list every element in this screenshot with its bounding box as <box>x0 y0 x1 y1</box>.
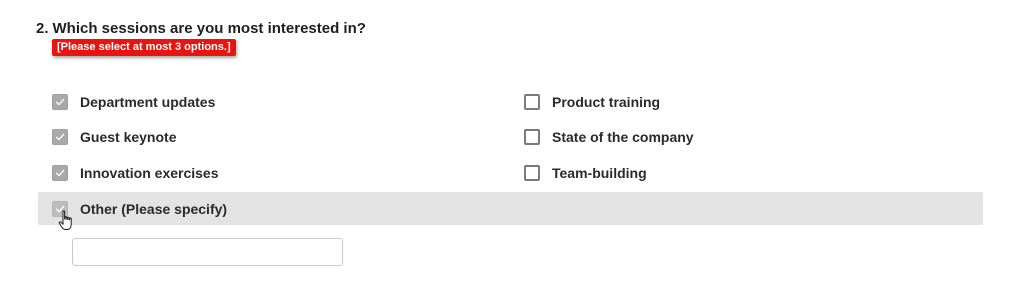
option-state-of-the-company[interactable]: State of the company <box>524 120 694 154</box>
option-label: Guest keynote <box>80 129 177 145</box>
checkmark-icon <box>55 133 65 141</box>
checkmark-icon <box>55 98 65 106</box>
option-label: Team-building <box>552 165 647 181</box>
question-title: 2. Which sessions are you most interested… <box>36 20 366 37</box>
option-label: State of the company <box>552 129 694 145</box>
option-label: Product training <box>552 94 661 110</box>
option-other-please-specify[interactable]: Other (Please specify) <box>52 192 227 225</box>
checkbox-unchecked[interactable] <box>524 94 540 110</box>
checkbox-unchecked[interactable] <box>524 129 540 145</box>
question-text: Which sessions are you most interested i… <box>52 20 366 37</box>
checkbox-checked[interactable] <box>52 94 68 110</box>
checkbox-checked[interactable] <box>52 165 68 181</box>
option-label: Other (Please specify) <box>80 200 228 217</box>
validation-error-badge: [Please select at most 3 options.] <box>52 39 236 56</box>
hand-pointer-cursor-icon <box>58 210 72 230</box>
option-guest-keynote[interactable]: Guest keynote <box>52 120 176 154</box>
option-team-building[interactable]: Team-building <box>524 156 647 190</box>
option-product-training[interactable]: Product training <box>524 85 660 119</box>
option-label: Innovation exercises <box>80 165 219 181</box>
option-department-updates[interactable]: Department updates <box>52 85 215 119</box>
option-innovation-exercises[interactable]: Innovation exercises <box>52 156 219 190</box>
option-label: Department updates <box>80 94 216 110</box>
question-number: 2. <box>36 20 49 37</box>
checkbox-checked[interactable] <box>52 129 68 145</box>
checkbox-unchecked[interactable] <box>524 165 540 181</box>
checkmark-icon <box>55 169 65 177</box>
other-specify-input[interactable] <box>72 238 343 266</box>
